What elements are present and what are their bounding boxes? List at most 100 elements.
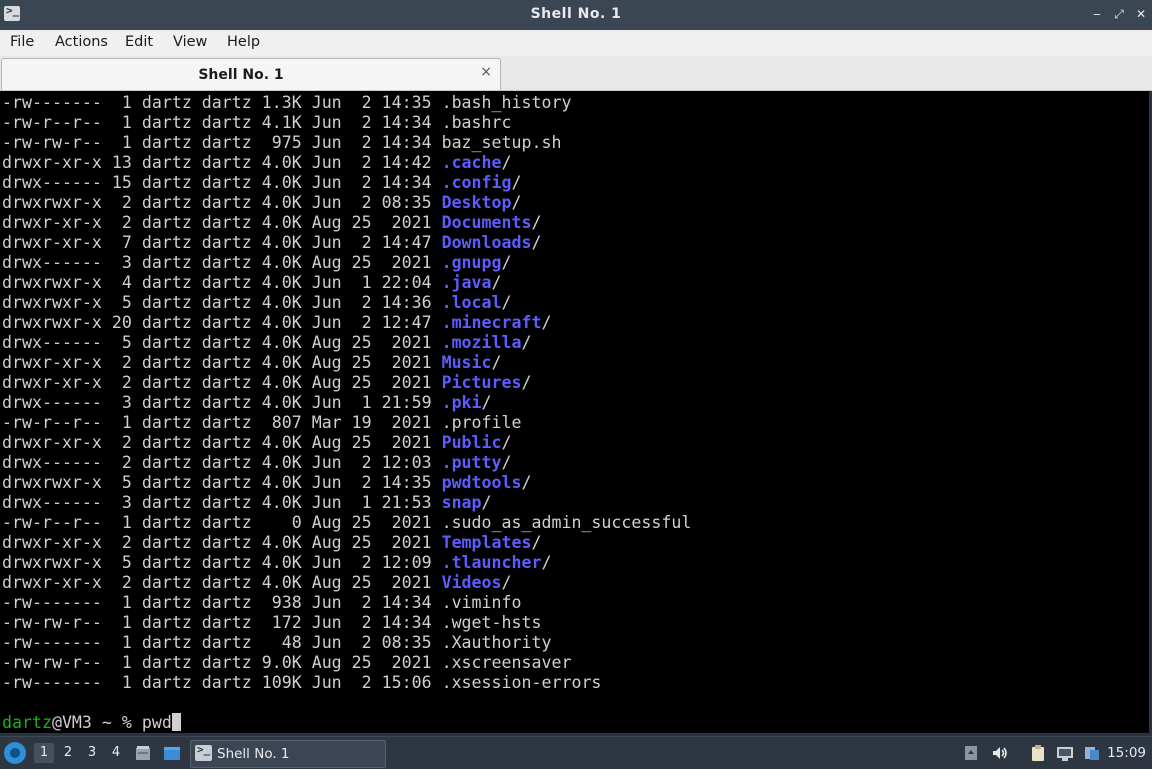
path-suffix: / (531, 213, 542, 232)
file-meta: -rw-r--r-- 1 dartz dartz 0 Aug 25 2021 (2, 513, 442, 532)
workspace-1[interactable]: 1 (34, 743, 54, 763)
notification-icon[interactable] (962, 744, 980, 762)
path-suffix: / (501, 153, 512, 172)
file-meta: drwxrwxr-x 4 dartz dartz 4.0K Jun 1 22:0… (2, 273, 442, 292)
terminal-line: drwxrwxr-x 5 dartz dartz 4.0K Jun 2 14:3… (2, 293, 691, 313)
file-meta: drwx------ 15 dartz dartz 4.0K Jun 2 14:… (2, 173, 442, 192)
terminal-line: -rw------- 1 dartz dartz 48 Jun 2 08:35 … (2, 633, 691, 653)
terminal-line: -rw-r--r-- 1 dartz dartz 807 Mar 19 2021… (2, 413, 691, 433)
directory-name: .local (441, 293, 502, 312)
terminal-line: drwx------ 3 dartz dartz 4.0K Jun 1 21:5… (2, 493, 691, 513)
path-suffix: / (491, 273, 502, 292)
file-name: .sudo_as_admin_successful (441, 513, 692, 532)
directory-name: snap (441, 493, 482, 512)
path-suffix: / (481, 493, 492, 512)
clipboard-icon[interactable] (1029, 744, 1047, 762)
tab-shell-1[interactable]: Shell No. 1 × (1, 58, 501, 90)
window-title: Shell No. 1 (530, 6, 622, 22)
menu-edit[interactable]: Edit (125, 34, 153, 50)
title-bar[interactable]: >_ Shell No. 1 ‒ ⤢ ✕ (0, 0, 1152, 31)
path-suffix: / (531, 233, 542, 252)
file-meta: drwxrwxr-x 5 dartz dartz 4.0K Jun 2 12:0… (2, 553, 442, 572)
terminal-line: drwx------ 5 dartz dartz 4.0K Aug 25 202… (2, 333, 691, 353)
terminal-line: -rw-r--r-- 1 dartz dartz 4.1K Jun 2 14:3… (2, 113, 691, 133)
tab-label: Shell No. 1 (198, 67, 284, 83)
terminal-text: -rw------- 1 dartz dartz 1.3K Jun 2 14:3… (2, 93, 691, 733)
file-meta: -rw------- 1 dartz dartz 1.3K Jun 2 14:3… (2, 93, 442, 112)
file-meta: -rw------- 1 dartz dartz 109K Jun 2 15:0… (2, 673, 442, 692)
directory-name: .mozilla (441, 333, 522, 352)
maximize-button[interactable]: ⤢ (1110, 4, 1128, 24)
terminal-line: drwxr-xr-x 2 dartz dartz 4.0K Aug 25 202… (2, 433, 691, 453)
file-meta: drwxr-xr-x 2 dartz dartz 4.0K Aug 25 202… (2, 213, 442, 232)
path-suffix: / (511, 193, 522, 212)
file-name: .bash_history (441, 93, 572, 112)
file-meta: drwxr-xr-x 2 dartz dartz 4.0K Aug 25 202… (2, 573, 442, 592)
path-suffix: / (501, 453, 512, 472)
path-suffix: / (481, 393, 492, 412)
file-name: .xsession-errors (441, 673, 602, 692)
prompt-host-path: @VM3 ~ % (51, 713, 142, 732)
menu-view[interactable]: View (173, 34, 207, 50)
workspace-3[interactable]: 3 (82, 743, 102, 763)
file-manager-icon[interactable] (134, 744, 152, 762)
network-icon[interactable] (1056, 744, 1074, 762)
directory-name: Desktop (441, 193, 512, 212)
terminal-line: drwxrwxr-x 20 dartz dartz 4.0K Jun 2 12:… (2, 313, 691, 333)
file-meta: drwxr-xr-x 2 dartz dartz 4.0K Aug 25 202… (2, 353, 442, 372)
menu-actions[interactable]: Actions (55, 34, 108, 50)
file-name: .bashrc (441, 113, 512, 132)
terminal-line: drwx------ 2 dartz dartz 4.0K Jun 2 12:0… (2, 453, 691, 473)
file-meta: drwxrwxr-x 20 dartz dartz 4.0K Jun 2 12:… (2, 313, 442, 332)
path-suffix: / (501, 433, 512, 452)
directory-name: Documents (441, 213, 532, 232)
terminal-line: -rw-rw-r-- 1 dartz dartz 9.0K Aug 25 202… (2, 653, 691, 673)
file-meta: drwx------ 3 dartz dartz 4.0K Jun 1 21:5… (2, 493, 442, 512)
minimize-button[interactable]: ‒ (1088, 4, 1106, 24)
file-meta: drwx------ 3 dartz dartz 4.0K Jun 1 21:5… (2, 393, 442, 412)
prompt-line[interactable]: dartz@VM3 ~ % pwd (2, 713, 691, 733)
command-input[interactable]: pwd (142, 713, 172, 732)
show-desktop-icon[interactable] (163, 744, 181, 762)
directory-name: .putty (441, 453, 502, 472)
path-suffix: / (521, 473, 532, 492)
file-name: .profile (441, 413, 522, 432)
directory-name: Public (441, 433, 502, 452)
terminal-line: drwxr-xr-x 13 dartz dartz 4.0K Jun 2 14:… (2, 153, 691, 173)
file-meta: drwxr-xr-x 2 dartz dartz 4.0K Aug 25 202… (2, 373, 442, 392)
terminal-line: drwxrwxr-x 2 dartz dartz 4.0K Jun 2 08:3… (2, 193, 691, 213)
directory-name: .java (441, 273, 492, 292)
menu-help[interactable]: Help (227, 34, 260, 50)
file-meta: drwxrwxr-x 2 dartz dartz 4.0K Jun 2 08:3… (2, 193, 442, 212)
directory-name: Videos (441, 573, 502, 592)
directory-name: Downloads (441, 233, 532, 252)
file-name: .Xauthority (441, 633, 552, 652)
workspace-4[interactable]: 4 (106, 743, 126, 763)
tab-bar: Shell No. 1 × (0, 56, 1152, 91)
file-meta: drwxrwxr-x 5 dartz dartz 4.0K Jun 2 14:3… (2, 293, 442, 312)
menu-bar: File Actions Edit View Help (0, 30, 1152, 56)
terminal-line: drwxr-xr-x 2 dartz dartz 4.0K Aug 25 202… (2, 373, 691, 393)
path-suffix: / (511, 173, 522, 192)
start-menu-icon[interactable] (4, 742, 26, 764)
volume-icon[interactable] (991, 744, 1009, 762)
file-name: .xscreensaver (441, 653, 572, 672)
path-suffix: / (541, 553, 552, 572)
update-icon[interactable] (1083, 744, 1101, 762)
path-suffix: / (501, 573, 512, 592)
file-meta: drwx------ 5 dartz dartz 4.0K Aug 25 202… (2, 333, 442, 352)
terminal-line: drwxr-xr-x 2 dartz dartz 4.0K Aug 25 202… (2, 533, 691, 553)
close-button[interactable]: ✕ (1132, 4, 1150, 24)
terminal-output[interactable]: -rw------- 1 dartz dartz 1.3K Jun 2 14:3… (0, 91, 1152, 733)
text-cursor (171, 713, 181, 731)
directory-name: .config (441, 173, 512, 192)
taskbar-item-shell[interactable]: >_ Shell No. 1 (190, 740, 386, 768)
file-meta: drwxr-xr-x 7 dartz dartz 4.0K Jun 2 14:4… (2, 233, 442, 252)
path-suffix: / (521, 373, 532, 392)
menu-file[interactable]: File (10, 34, 34, 50)
tab-close-icon[interactable]: × (480, 64, 492, 80)
file-meta: drwx------ 3 dartz dartz 4.0K Aug 25 202… (2, 253, 442, 272)
workspace-2[interactable]: 2 (58, 743, 78, 763)
file-meta: -rw------- 1 dartz dartz 938 Jun 2 14:34 (2, 593, 442, 612)
